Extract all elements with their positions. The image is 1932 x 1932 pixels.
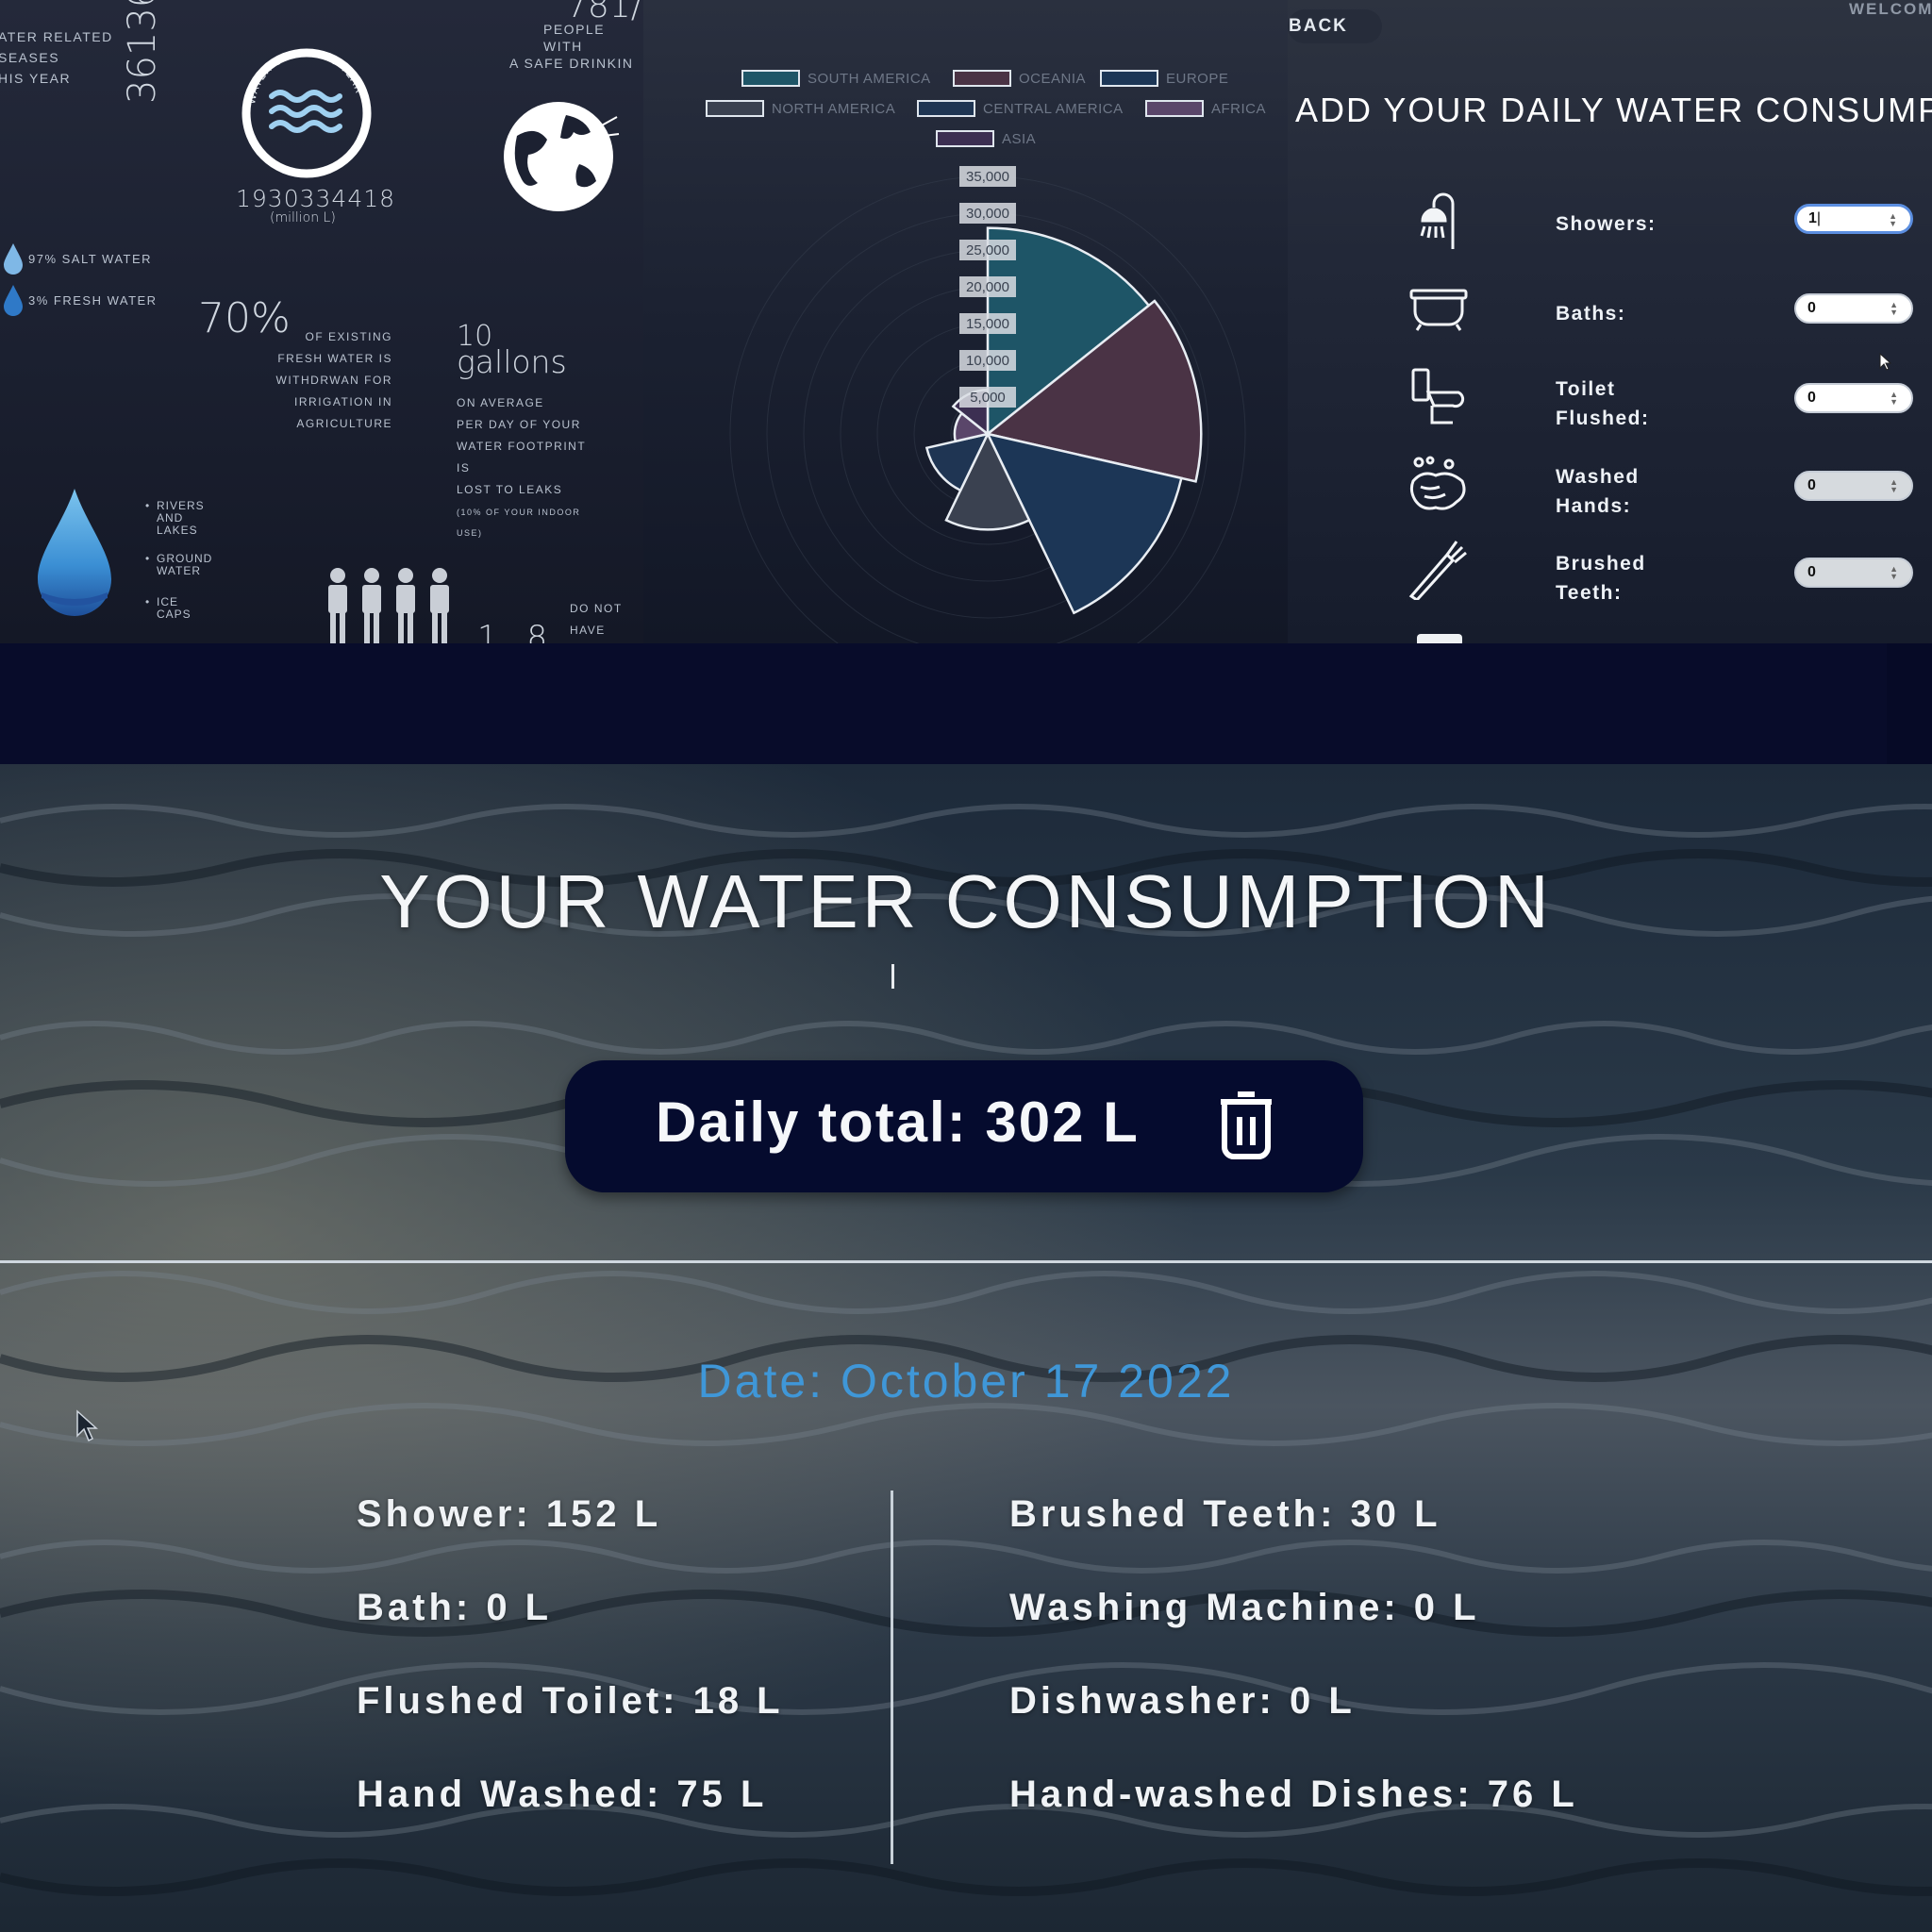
washed-hands-label: Washed Hands: — [1556, 466, 1640, 517]
showers-input[interactable]: 1 | ▲ ▼ — [1794, 204, 1913, 234]
consumption-title: YOUR WATER CONSUMPTION — [379, 859, 1553, 943]
list-item-brushed-teeth: Brushed Teeth: 30 L — [1009, 1493, 1441, 1535]
list-item-hand-washed-dishes: Hand-washed Dishes: 76 L — [1009, 1774, 1578, 1815]
washing-hands-icon — [1409, 456, 1466, 510]
chart-panel: SOUTH AMERICA OCEANIA EUROPE NORTH AMERI… — [643, 0, 1288, 643]
brushed-teeth-input[interactable]: 0 ▲ ▼ — [1794, 558, 1913, 588]
source-rivers: RIVERS AND LAKES — [145, 500, 205, 537]
date-label: Date: October 17 2022 — [697, 1355, 1235, 1407]
stepper-arrows-icon[interactable]: ▲ ▼ — [1889, 212, 1897, 228]
list-item-bath: Bath: 0 L — [357, 1587, 553, 1628]
back-button[interactable]: BACK — [1288, 9, 1382, 43]
globe-icon — [504, 102, 620, 211]
baths-input[interactable]: 0 ▲ ▼ — [1794, 293, 1913, 324]
no-access-label: DO NOT HAVE ACCE — [570, 602, 623, 637]
diseases-number: 36136 — [121, 0, 164, 104]
header-band-strip — [0, 643, 1887, 764]
stepper-arrows-icon[interactable]: ▲ ▼ — [1890, 565, 1898, 581]
horizontal-divider — [0, 1260, 1932, 1263]
tick-label: 10,000 — [966, 353, 1009, 369]
source-ground: GROUND WATER — [145, 553, 212, 577]
salt-water-drop-icon — [4, 243, 23, 275]
salt-water-label: 97% SALT WATER — [28, 252, 153, 266]
next-row-icon — [1417, 634, 1462, 643]
toothbrush-icon — [1408, 541, 1467, 600]
safe-water-label: PEOPLE WITH A SAFE DRINKIN — [509, 22, 634, 71]
list-item-shower: Shower: 152 L — [357, 1493, 662, 1535]
water-drop-icon — [38, 489, 111, 616]
gallons-note: (10% OF YOUR INDOOR USE) — [457, 508, 581, 538]
brushed-teeth-label: Brushed Teeth: — [1556, 553, 1646, 604]
percent-description: OF EXISTING FRESH WATER IS WITHDRWAN FOR… — [275, 330, 392, 430]
form-title: ADD YOUR DAILY WATER CONSUMPTION — [1295, 91, 1932, 129]
toilet-flushed-input[interactable]: 0 ▲ ▼ — [1794, 383, 1913, 413]
tick-label: 30,000 — [966, 206, 1009, 222]
welcome-label: WELCOME — [1849, 0, 1932, 18]
tick-label: 35,000 — [966, 169, 1009, 185]
bathtub-icon — [1409, 289, 1468, 331]
showers-label: Showers: — [1556, 213, 1657, 235]
tick-label: 20,000 — [966, 279, 1009, 295]
water-used-unit: (million L) — [270, 210, 336, 225]
stepper-arrows-icon[interactable]: ▲ ▼ — [1890, 478, 1898, 494]
list-item-flushed-toilet: Flushed Toilet: 18 L — [357, 1680, 784, 1722]
diseases-label: ATER RELATED SEASES HIS YEAR — [0, 29, 113, 86]
stepper-arrows-icon[interactable]: ▲ ▼ — [1890, 391, 1898, 407]
list-item-dishwasher: Dishwasher: 0 L — [1009, 1680, 1356, 1722]
tick-label: 5,000 — [970, 390, 1006, 406]
polar-area-chart: 35,000 30,000 25,000 20,000 15,000 10,000 5,00… — [729, 166, 1246, 643]
daily-total-text: Daily total: 302 L — [656, 1091, 1140, 1154]
fresh-water-drop-icon — [4, 285, 23, 316]
bottom-number: 1.8 — [477, 619, 558, 643]
mouse-cursor-icon — [1879, 353, 1892, 371]
infographic-panel: ATER RELATED SEASES HIS YEAR 36136 781/ … — [0, 0, 643, 643]
tick-label: 15,000 — [966, 316, 1009, 332]
people-icon — [328, 568, 449, 643]
list-item-washing-machine: Washing Machine: 0 L — [1009, 1587, 1480, 1628]
tick-label: 25,000 — [966, 242, 1009, 258]
toilet-flushed-label: Toilet Flushed: — [1556, 378, 1650, 429]
shower-icon — [1420, 192, 1455, 249]
water-used-number: 1930334418 — [236, 185, 396, 212]
text-caret — [891, 964, 894, 989]
top-collage: ATER RELATED SEASES HIS YEAR 36136 781/ … — [0, 0, 1932, 643]
water-waves-icon: WATER USED THIS YEAR — [242, 47, 372, 178]
trash-icon[interactable] — [1217, 1087, 1275, 1162]
washed-hands-input[interactable]: 0 ▲ ▼ — [1794, 471, 1913, 501]
list-item-hand-washed: Hand Washed: 75 L — [357, 1774, 768, 1815]
gallons-word: gallons — [457, 343, 567, 380]
toilet-icon — [1411, 368, 1465, 425]
mouse-cursor-icon — [76, 1409, 98, 1442]
gallons-description: ON AVERAGE PER DAY OF YOUR WATER FOOTPRI… — [457, 396, 587, 496]
baths-label: Baths: — [1556, 303, 1626, 325]
fresh-water-label: 3% FRESH WATER — [28, 293, 158, 308]
source-ice: ICE CAPS — [145, 596, 192, 621]
vertical-divider — [891, 1491, 893, 1864]
stepper-arrows-icon[interactable]: ▲ ▼ — [1890, 301, 1898, 317]
